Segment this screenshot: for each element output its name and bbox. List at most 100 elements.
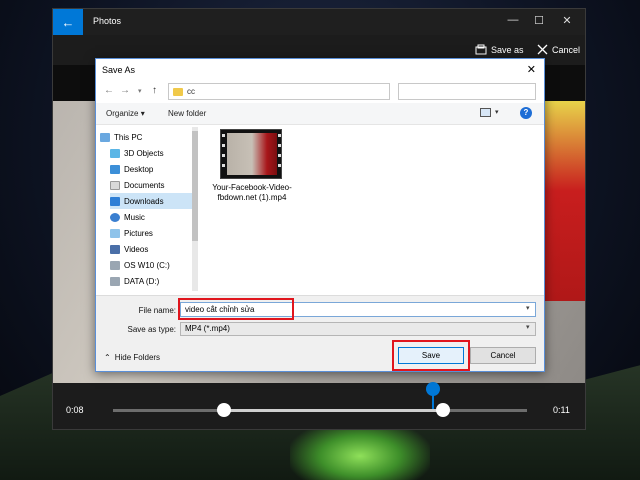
playhead-handle[interactable] — [426, 382, 440, 396]
close-window-button[interactable]: ✕ — [557, 14, 577, 27]
navigation-pane: This PC 3D Objects Desktop Documents Dow… — [96, 125, 200, 295]
save-icon — [475, 44, 487, 55]
film-perforation — [278, 154, 281, 157]
address-text: cc — [187, 87, 195, 96]
trim-end-handle[interactable] — [436, 403, 450, 417]
file-name-label: File name: — [138, 306, 176, 315]
view-dropdown-icon[interactable]: ▾ — [495, 108, 499, 116]
folder-icon — [173, 87, 183, 96]
playhead-line — [432, 395, 434, 409]
nav-item-data-drive[interactable]: DATA (D:) — [110, 273, 192, 289]
save-type-label: Save as type: — [127, 325, 176, 334]
save-as-button[interactable]: Save as — [475, 44, 524, 55]
nav-item-this-pc[interactable]: This PC — [100, 129, 196, 145]
nav-item-pictures[interactable]: Pictures — [110, 225, 192, 241]
nav-label: Documents — [124, 180, 165, 190]
dialog-title-bar: Save As ✕ — [96, 59, 544, 81]
video-thumbnail — [220, 129, 282, 179]
timeline-selected-range — [224, 409, 443, 412]
hide-folders-label: Hide Folders — [114, 353, 161, 362]
save-type-dropdown-icon[interactable]: ▾ — [526, 323, 530, 331]
trim-timeline: 0:08 0:11 — [53, 382, 585, 429]
app-title: Photos — [93, 16, 122, 26]
cancel-button[interactable]: Cancel — [470, 347, 536, 364]
nav-pane-scrollbar[interactable] — [192, 127, 198, 291]
search-input[interactable] — [398, 83, 536, 100]
nav-item-3d-objects[interactable]: 3D Objects — [110, 145, 192, 161]
timeline-track[interactable] — [113, 382, 527, 417]
nav-item-videos[interactable]: Videos — [110, 241, 192, 257]
nav-item-os-drive[interactable]: OS W10 (C:) — [110, 257, 192, 273]
dialog-close-button[interactable]: ✕ — [527, 63, 536, 76]
film-perforation — [222, 154, 225, 157]
save-form: File name: ▾ Save as type: MP4 (*.mp4) ▾ — [96, 295, 544, 345]
save-button[interactable]: Save — [398, 347, 464, 364]
file-name-dropdown-icon[interactable]: ▾ — [526, 304, 530, 312]
film-perforation — [278, 134, 281, 137]
film-perforation — [222, 164, 225, 167]
nav-item-documents[interactable]: Documents — [110, 177, 192, 193]
desktop-icon — [110, 164, 120, 174]
nav-label: Desktop — [124, 164, 154, 174]
nav-item-desktop[interactable]: Desktop — [110, 161, 192, 177]
nav-item-downloads[interactable]: Downloads — [110, 193, 192, 209]
nav-label: DATA (D:) — [124, 276, 160, 286]
close-icon — [537, 44, 548, 55]
cube-icon — [110, 148, 120, 158]
nav-label: This PC — [114, 132, 143, 142]
annotation-highlight-box — [178, 298, 294, 320]
save-type-value: MP4 (*.mp4) — [185, 324, 230, 333]
start-time-label: 0:08 — [66, 405, 84, 415]
nav-label: Downloads — [124, 196, 164, 206]
file-item-video[interactable]: Your-Facebook-Video-fbdown.net (1).mp4 — [212, 129, 292, 203]
save-as-label: Save as — [491, 44, 524, 55]
help-icon[interactable]: ? — [520, 107, 532, 119]
command-bar: Organize ▾ New folder ▾ ? — [96, 103, 544, 125]
nav-label: 3D Objects — [124, 148, 164, 158]
videos-icon — [110, 244, 120, 254]
forward-nav-icon[interactable]: → — [120, 85, 130, 96]
new-folder-button[interactable]: New folder — [168, 109, 206, 118]
maximize-button[interactable]: ☐ — [529, 14, 549, 27]
file-name-label: Your-Facebook-Video-fbdown.net (1).mp4 — [212, 183, 292, 202]
navigation-row: ← → ▾ ↑ cc ▾ ↻ — [96, 81, 544, 103]
trim-start-handle[interactable] — [217, 403, 231, 417]
back-button[interactable]: ← — [53, 9, 83, 35]
film-perforation — [278, 144, 281, 147]
recent-locations-icon[interactable]: ▾ — [138, 87, 142, 95]
pictures-icon — [110, 228, 120, 238]
title-bar: ← Photos — ☐ ✕ — [53, 9, 585, 35]
nav-label: OS W10 (C:) — [124, 260, 170, 270]
nav-scroll-thumb[interactable] — [192, 131, 198, 241]
address-bar[interactable]: cc ▾ ↻ — [168, 83, 459, 100]
cancel-edit-label: Cancel — [552, 44, 581, 55]
dialog-title: Save As — [102, 65, 136, 75]
minimize-button[interactable]: — — [503, 14, 523, 26]
nav-label: Videos — [124, 244, 149, 254]
back-nav-icon[interactable]: ← — [104, 85, 114, 96]
dialog-button-bar: ⌃ Hide Folders Save Cancel — [96, 340, 544, 371]
hide-folders-toggle[interactable]: ⌃ Hide Folders — [104, 353, 160, 362]
up-folder-icon[interactable]: ↑ — [152, 85, 157, 96]
organize-menu[interactable]: Organize ▾ — [106, 109, 145, 118]
drive-icon — [110, 260, 120, 270]
film-perforation — [222, 144, 225, 147]
music-icon — [110, 212, 120, 222]
nav-label: Pictures — [124, 228, 153, 238]
nav-label: Music — [124, 212, 145, 222]
thumbnail-image — [227, 133, 277, 175]
organize-label: Organize — [106, 109, 139, 118]
cancel-edit-button[interactable]: Cancel — [537, 44, 580, 55]
view-options-icon[interactable] — [480, 108, 491, 117]
chevron-up-icon: ⌃ — [104, 353, 111, 362]
file-list: Your-Facebook-Video-fbdown.net (1).mp4 — [202, 125, 544, 295]
documents-icon — [110, 180, 120, 190]
nav-item-music[interactable]: Music — [110, 209, 192, 225]
save-type-select[interactable]: MP4 (*.mp4) — [180, 322, 536, 336]
film-perforation — [278, 164, 281, 167]
computer-icon — [100, 132, 110, 142]
end-time-label: 0:11 — [553, 405, 570, 415]
back-arrow-icon: ← — [61, 14, 75, 30]
film-perforation — [222, 134, 225, 137]
download-icon — [110, 196, 120, 206]
